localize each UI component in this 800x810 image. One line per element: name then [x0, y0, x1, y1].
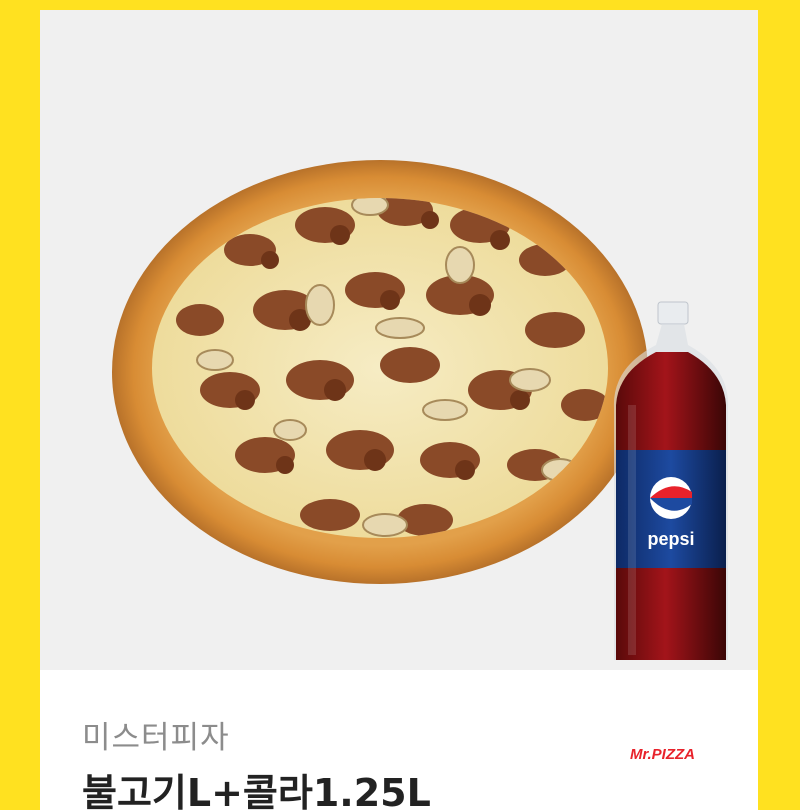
product-image[interactable]: pepsi: [40, 10, 758, 670]
brand-name: 미스터피자: [82, 720, 230, 756]
product-info: 미스터피자 Mr.PIZZA 불고기L+콜라1.25L: [40, 670, 758, 810]
pizza-icon: [112, 160, 648, 584]
bottle-brand-label: pepsi: [647, 529, 694, 549]
brand-logo: Mr.PIZZA: [630, 746, 696, 763]
product-card[interactable]: pepsi 미스터피자 Mr.PIZZA 불고기L+콜라1.25L: [40, 10, 758, 810]
pizza-and-cola-illustration: pepsi: [112, 160, 729, 660]
product-title[interactable]: 불고기L+콜라1.25L: [82, 762, 431, 810]
